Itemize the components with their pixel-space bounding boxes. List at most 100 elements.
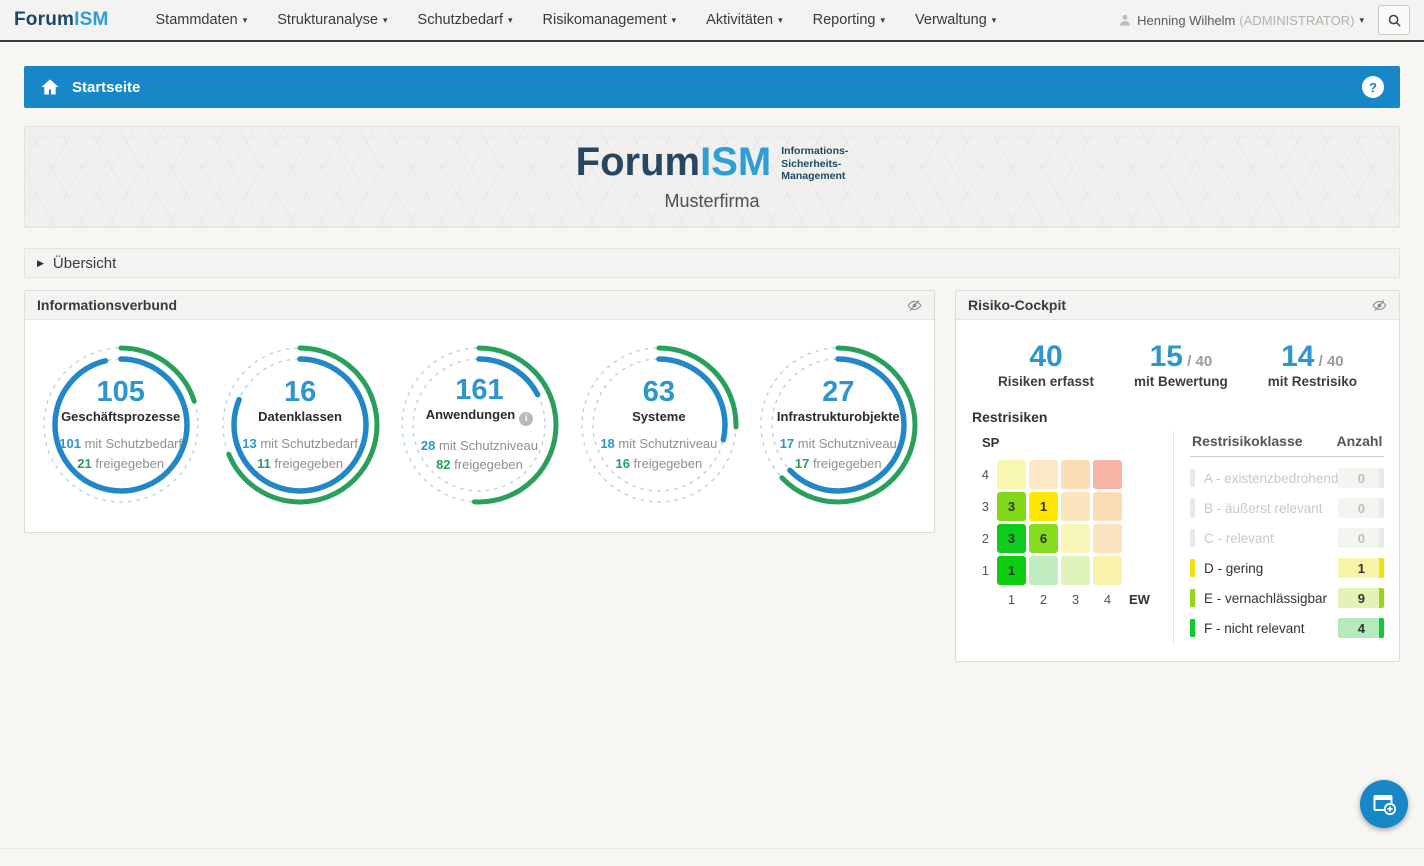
nav-menu-strukturanalyse[interactable]: Strukturanalyse▾: [262, 1, 402, 39]
risk-class-count: 4: [1358, 621, 1365, 636]
heatmap-cell-sp1-ew3: [1061, 556, 1090, 585]
home-icon[interactable]: [40, 77, 60, 97]
heatmap-grid: 4331236111234EW: [972, 460, 1159, 607]
donut-content: 63Systeme18 mit Schutzniveau16 freigegeb…: [577, 343, 741, 507]
donut-sublines: 18 mit Schutzniveau16 freigegeben: [600, 434, 717, 473]
banner-tagline-line: Informations-: [781, 145, 848, 157]
nav-menu-reporting[interactable]: Reporting ▾: [798, 1, 900, 39]
risk-stats-row: 40Risiken erfasst 15 / 40mit Bewertung 14 …: [972, 330, 1383, 393]
heatmap-cell-sp3-ew1[interactable]: 3: [997, 492, 1026, 521]
donut-subline: 82 freigegeben: [421, 455, 538, 475]
donut-sublines: 101 mit Schutzbedarf21 freigegeben: [59, 434, 182, 473]
donut-label: Systeme: [632, 409, 685, 424]
add-window-icon: [1371, 791, 1397, 817]
search-button[interactable]: [1378, 5, 1410, 35]
donut-sublines: 28 mit Schutzniveau82 freigegeben: [421, 436, 538, 475]
risiko-cockpit-title: Risiko-Cockpit: [968, 297, 1066, 313]
heatmap-cell-sp1-ew1[interactable]: 1: [997, 556, 1026, 585]
nav-menu-label: Reporting: [813, 12, 876, 28]
chevron-down-icon: ▾: [880, 15, 885, 25]
navbar-right: Henning Wilhelm (ADMINISTRATOR) ▾: [1118, 5, 1410, 35]
caret-right-icon: ▶: [37, 258, 44, 269]
heatmap-cell-sp3-ew2[interactable]: 1: [1029, 492, 1058, 521]
banner-tagline-line: Management: [781, 170, 848, 182]
donut-subline-value: 28: [421, 438, 435, 453]
risk-class-label: F - nicht relevant: [1204, 621, 1338, 636]
risk-class-count: 0: [1358, 471, 1365, 486]
donut-subline: 28 mit Schutzniveau: [421, 436, 538, 456]
risk-class-row-e[interactable]: E - vernachlässigbar9: [1190, 583, 1384, 613]
nav-menu-verwaltung[interactable]: Verwaltung▾: [900, 1, 1011, 39]
heatmap-cell-sp2-ew2[interactable]: 6: [1029, 524, 1058, 553]
heatmap-cell-sp3-ew4: [1093, 492, 1122, 521]
donut-label: Geschäftsprozesse: [61, 409, 180, 424]
chevron-down-icon: ▾: [778, 15, 783, 25]
risk-class-row-b: B - äußerst relevant0: [1190, 493, 1384, 523]
chevron-down-icon: ▾: [672, 15, 677, 25]
app-logo[interactable]: ForumISM: [14, 9, 109, 31]
donut-content: 161Anwendungeni28 mit Schutzniveau82 fre…: [397, 343, 561, 507]
donut-total: 16: [284, 377, 316, 407]
risk-class-row-a: A - existenzbedrohend 0: [1190, 463, 1384, 493]
risk-stat-of-total: / 40: [1314, 353, 1343, 370]
donut-subline: 11 freigegeben: [242, 454, 358, 474]
help-button[interactable]: ?: [1362, 76, 1384, 98]
risk-class-row-f[interactable]: F - nicht relevant 4: [1190, 613, 1384, 643]
add-item-fab[interactable]: [1360, 780, 1408, 828]
user-menu[interactable]: Henning Wilhelm (ADMINISTRATOR) ▾: [1118, 13, 1364, 28]
nav-menu-risikomanagement[interactable]: Risikomanagement▾: [528, 1, 692, 39]
nav-menu-label: Aktivitäten: [706, 12, 773, 28]
panels-row: Informationsverbund 105Geschäftsprozesse…: [24, 290, 1400, 662]
column-header-class: Restrisikoklasse: [1192, 433, 1303, 449]
risk-class-badge-bar: [1379, 588, 1384, 608]
risk-stat-value-row: 15 / 40: [1134, 340, 1228, 373]
heatmap-cell-sp2-ew3: [1061, 524, 1090, 553]
donut-row: 105Geschäftsprozesse101 mit Schutzbedarf…: [25, 320, 934, 532]
risk-stat-label: mit Restrisiko: [1268, 374, 1357, 389]
risk-class-badge-bar: [1379, 468, 1384, 488]
donut-subline-value: 21: [77, 456, 91, 471]
risk-class-color-bar: [1190, 619, 1195, 637]
risk-class-count-badge: 0: [1338, 528, 1384, 548]
donut-subline-value: 16: [615, 456, 629, 471]
donut-subline-value: 17: [795, 456, 809, 471]
donut-label: Infrastrukturobjekte: [777, 409, 900, 424]
risk-stat-value-row: 40: [998, 340, 1094, 373]
risk-stat-value-row: 14 / 40: [1268, 340, 1357, 373]
top-navbar: ForumISM Stammdaten▾Strukturanalyse▾Schu…: [0, 0, 1424, 42]
risk-stat-risiken-erfasst: 40Risiken erfasst: [998, 340, 1094, 389]
heatmap-corner: [972, 588, 994, 607]
donut-subline-value: 13: [242, 436, 256, 451]
page-title: Startseite: [72, 79, 140, 96]
visibility-toggle-icon[interactable]: [907, 298, 922, 313]
heatmap-row-label-sp-4: 4: [982, 467, 994, 482]
heatmap-cell-sp4-ew4: [1093, 460, 1122, 489]
risk-class-label: A - existenzbedrohend: [1204, 471, 1338, 486]
overview-collapsible[interactable]: ▶ Übersicht: [24, 248, 1400, 278]
risk-class-badge-bar: [1379, 528, 1384, 548]
risk-class-label: D - gering: [1204, 561, 1338, 576]
visibility-toggle-icon[interactable]: [1372, 298, 1387, 313]
donut-subline: 17 freigegeben: [780, 454, 897, 474]
donut-subline: 21 freigegeben: [59, 454, 182, 474]
risk-stat-label: Risiken erfasst: [998, 374, 1094, 389]
donut-total: 161: [455, 375, 503, 405]
heatmap-y-axis-label: SP: [982, 435, 1159, 450]
heatmap-x-axis-label: EW: [1125, 588, 1159, 607]
overview-label: Übersicht: [53, 255, 116, 272]
nav-menu-schutzbedarf[interactable]: Schutzbedarf▾: [403, 1, 528, 39]
heatmap-cell-sp2-ew1[interactable]: 3: [997, 524, 1026, 553]
nav-menu-stammdaten[interactable]: Stammdaten▾: [141, 1, 263, 39]
donut-infrastrukturobjekte: 27Infrastrukturobjekte17 mit Schutznivea…: [756, 343, 920, 507]
risk-class-count: 0: [1358, 531, 1365, 546]
risk-stat-label: mit Bewertung: [1134, 374, 1228, 389]
risk-class-label: C - relevant: [1204, 531, 1338, 546]
heatmap-row-spacer: [1125, 492, 1159, 521]
app-banner: ForumISM Informations- Sicherheits- Mana…: [24, 126, 1400, 228]
info-icon[interactable]: i: [519, 412, 533, 426]
risk-stat-mit-restrisiko: 14 / 40mit Restrisiko: [1268, 340, 1357, 389]
nav-menu-label: Verwaltung: [915, 12, 987, 28]
risk-class-row-d[interactable]: D - gering1: [1190, 553, 1384, 583]
heatmap-cell-sp1-ew2: [1029, 556, 1058, 585]
nav-menu-aktivit-ten[interactable]: Aktivitäten ▾: [691, 1, 797, 39]
